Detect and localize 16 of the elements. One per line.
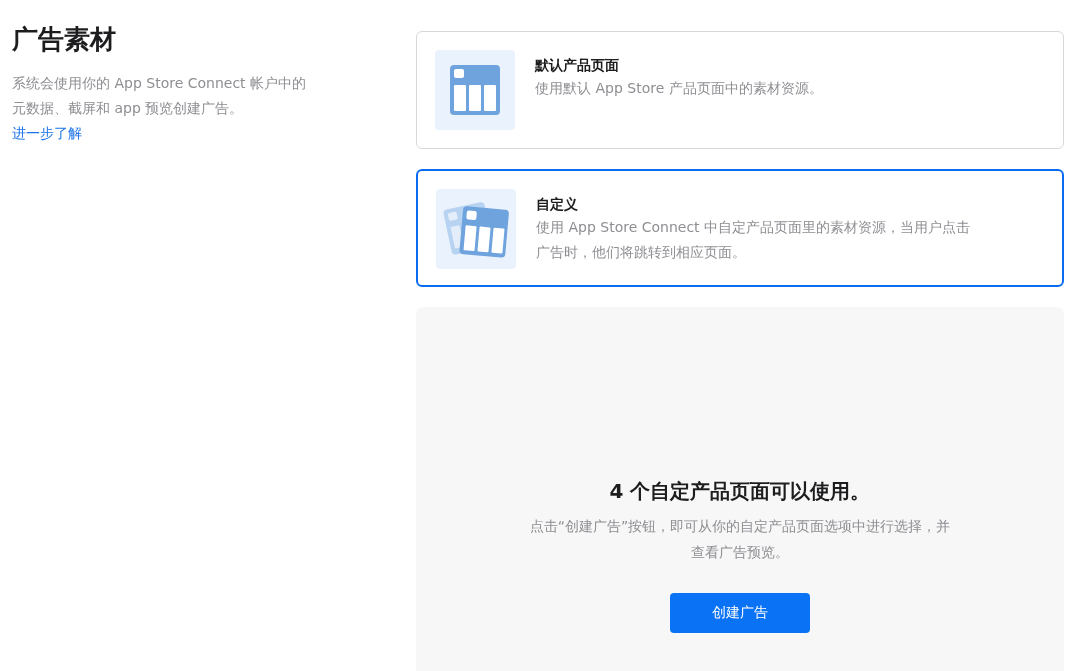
option-description: 广告时，他们将跳转到相应页面。 (536, 243, 747, 262)
option-description: 使用默认 App Store 产品页面中的素材资源。 (535, 79, 823, 98)
option-title: 默认产品页面 (535, 56, 620, 75)
learn-more-link[interactable]: 进一步了解 (12, 121, 82, 146)
empty-state-text: 点击“创建广告”按钮，即可从你的自定产品页面选项中进行选择，并 (529, 517, 951, 536)
option-description: 使用 App Store Connect 中自定产品页面里的素材资源，当用户点击 (536, 218, 971, 237)
empty-state-heading: 4 个自定产品页面可以使用。 (609, 478, 871, 505)
page-layout-icon (450, 65, 500, 115)
section-title: 广告素材 (12, 23, 117, 56)
section-description: 系统会使用你的 App Store Connect 帐户中的 (12, 74, 308, 93)
option-title: 自定义 (536, 195, 579, 214)
empty-state-text: 查看广告预览。 (691, 543, 789, 562)
option-card[interactable]: 默认产品页面 使用默认 App Store 产品页面中的素材资源。 (416, 31, 1064, 149)
section-description: 元数据、截屏和 app 预览创建广告。 (12, 99, 245, 118)
create-ad-button[interactable]: 创建广告 (670, 593, 810, 633)
option-card[interactable]: 自定义 使用 App Store Connect 中自定产品页面里的素材资源，当用户点击 广告时，他们将跳转到相应页面。 (416, 169, 1064, 287)
